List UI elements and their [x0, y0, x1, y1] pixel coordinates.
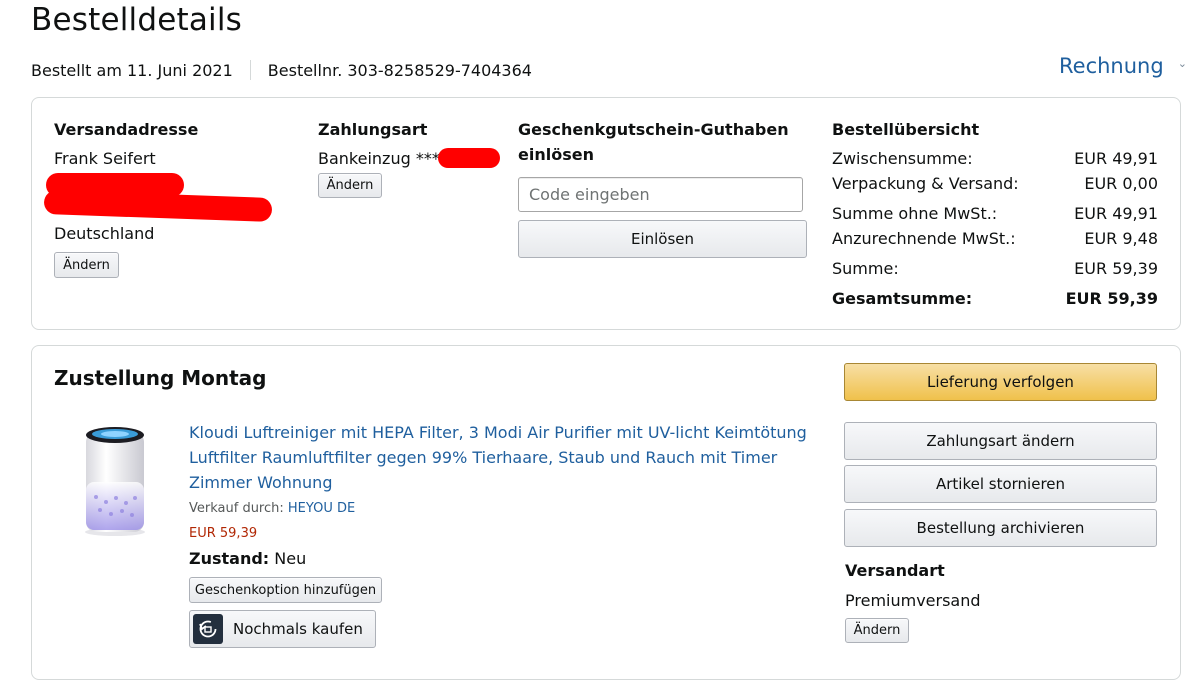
summary-row-vat: Anzurechnende MwSt.: EUR 9,48 [832, 229, 1158, 248]
buy-again-button[interactable]: Nochmals kaufen [189, 610, 376, 648]
gift-card-heading: Geschenkgutschein-Guthaben [518, 120, 789, 139]
summary-value: EUR 0,00 [1084, 174, 1158, 193]
redacted-city [43, 190, 273, 222]
product-title-link[interactable]: Kloudi Luftreiniger mit HEPA Filter, 3 M… [189, 420, 809, 495]
track-delivery-button[interactable]: Lieferung verfolgen [844, 363, 1157, 401]
summary-label: Gesamtsumme: [832, 289, 973, 308]
summary-label: Summe ohne MwSt.: [832, 204, 998, 223]
invoice-label: Rechnung [1059, 54, 1164, 78]
shipment-heading: Zustellung Montag [54, 366, 267, 390]
gift-code-input[interactable] [518, 177, 803, 212]
summary-row-subtotal: Zwischensumme: EUR 49,91 [832, 149, 1158, 168]
payment-heading: Zahlungsart [318, 120, 428, 139]
buy-again-label: Nochmals kaufen [233, 620, 363, 638]
shipping-country: Deutschland [54, 224, 155, 243]
summary-row-shipping: Verpackung & Versand: EUR 0,00 [832, 174, 1158, 193]
redacted-account [438, 148, 500, 168]
payment-method: Bankeinzug *** [318, 149, 440, 168]
shipping-method-heading: Versandart [845, 561, 945, 580]
cancel-item-button[interactable]: Artikel stornieren [844, 465, 1157, 503]
change-shipping-method-button[interactable]: Ändern [845, 618, 909, 643]
gift-option-button[interactable]: Geschenkoption hinzufügen [189, 577, 382, 603]
seller-link[interactable]: HEYOU DE [288, 501, 355, 516]
gift-card-heading-line2: einlösen [518, 145, 594, 164]
condition-label: Zustand: [189, 549, 270, 568]
product-image[interactable] [78, 422, 152, 537]
summary-value: EUR 59,39 [1065, 289, 1158, 308]
summary-value: EUR 9,48 [1084, 229, 1158, 248]
seller-prefix: Verkauf durch: [189, 501, 284, 516]
order-meta: Bestellt am 11. Juni 2021 Bestellnr. 303… [31, 60, 532, 80]
shipment-box: Zustellung Montag Kloudi Luftreiniger mi… [31, 345, 1181, 680]
chevron-down-icon: ⌄ [1177, 56, 1187, 70]
summary-row-net: Summe ohne MwSt.: EUR 49,91 [832, 204, 1158, 223]
archive-order-button[interactable]: Bestellung archivieren [844, 509, 1157, 547]
shipping-address-heading: Versandadresse [54, 120, 199, 139]
summary-label: Anzurechnende MwSt.: [832, 229, 1016, 248]
item-price: EUR 59,39 [189, 526, 258, 541]
summary-value: EUR 59,39 [1074, 259, 1158, 278]
order-date: Bestellt am 11. Juni 2021 [31, 60, 233, 80]
change-payment-method-button[interactable]: Zahlungsart ändern [844, 422, 1157, 460]
summary-row-total: Gesamtsumme: EUR 59,39 [832, 289, 1158, 308]
reorder-icon [193, 614, 223, 644]
condition-value: Neu [274, 549, 307, 568]
summary-value: EUR 49,91 [1074, 149, 1158, 168]
seller-info: Verkauf durch: HEYOU DE [189, 501, 355, 516]
change-address-button[interactable]: Ändern [54, 252, 119, 278]
summary-value: EUR 49,91 [1074, 204, 1158, 223]
page-title: Bestelldetails [31, 2, 243, 38]
redeem-button[interactable]: Einlösen [518, 220, 807, 258]
shipping-name: Frank Seifert [54, 149, 156, 168]
summary-row-sum: Summe: EUR 59,39 [832, 259, 1158, 278]
summary-label: Verpackung & Versand: [832, 174, 1019, 193]
order-number: Bestellnr. 303-8258529-7404364 [267, 60, 532, 80]
item-condition: Zustand: Neu [189, 549, 306, 568]
air-purifier-image [85, 427, 145, 536]
invoice-dropdown[interactable]: Rechnung ⌄ [1059, 54, 1187, 78]
shipping-method-value: Premiumversand [845, 591, 981, 610]
order-info-box: Versandadresse Frank Seifert Deutschland… [31, 97, 1181, 330]
summary-label: Summe: [832, 259, 899, 278]
divider [249, 60, 251, 80]
summary-label: Zwischensumme: [832, 149, 973, 168]
summary-heading: Bestellübersicht [832, 120, 980, 139]
change-payment-button[interactable]: Ändern [318, 173, 382, 198]
